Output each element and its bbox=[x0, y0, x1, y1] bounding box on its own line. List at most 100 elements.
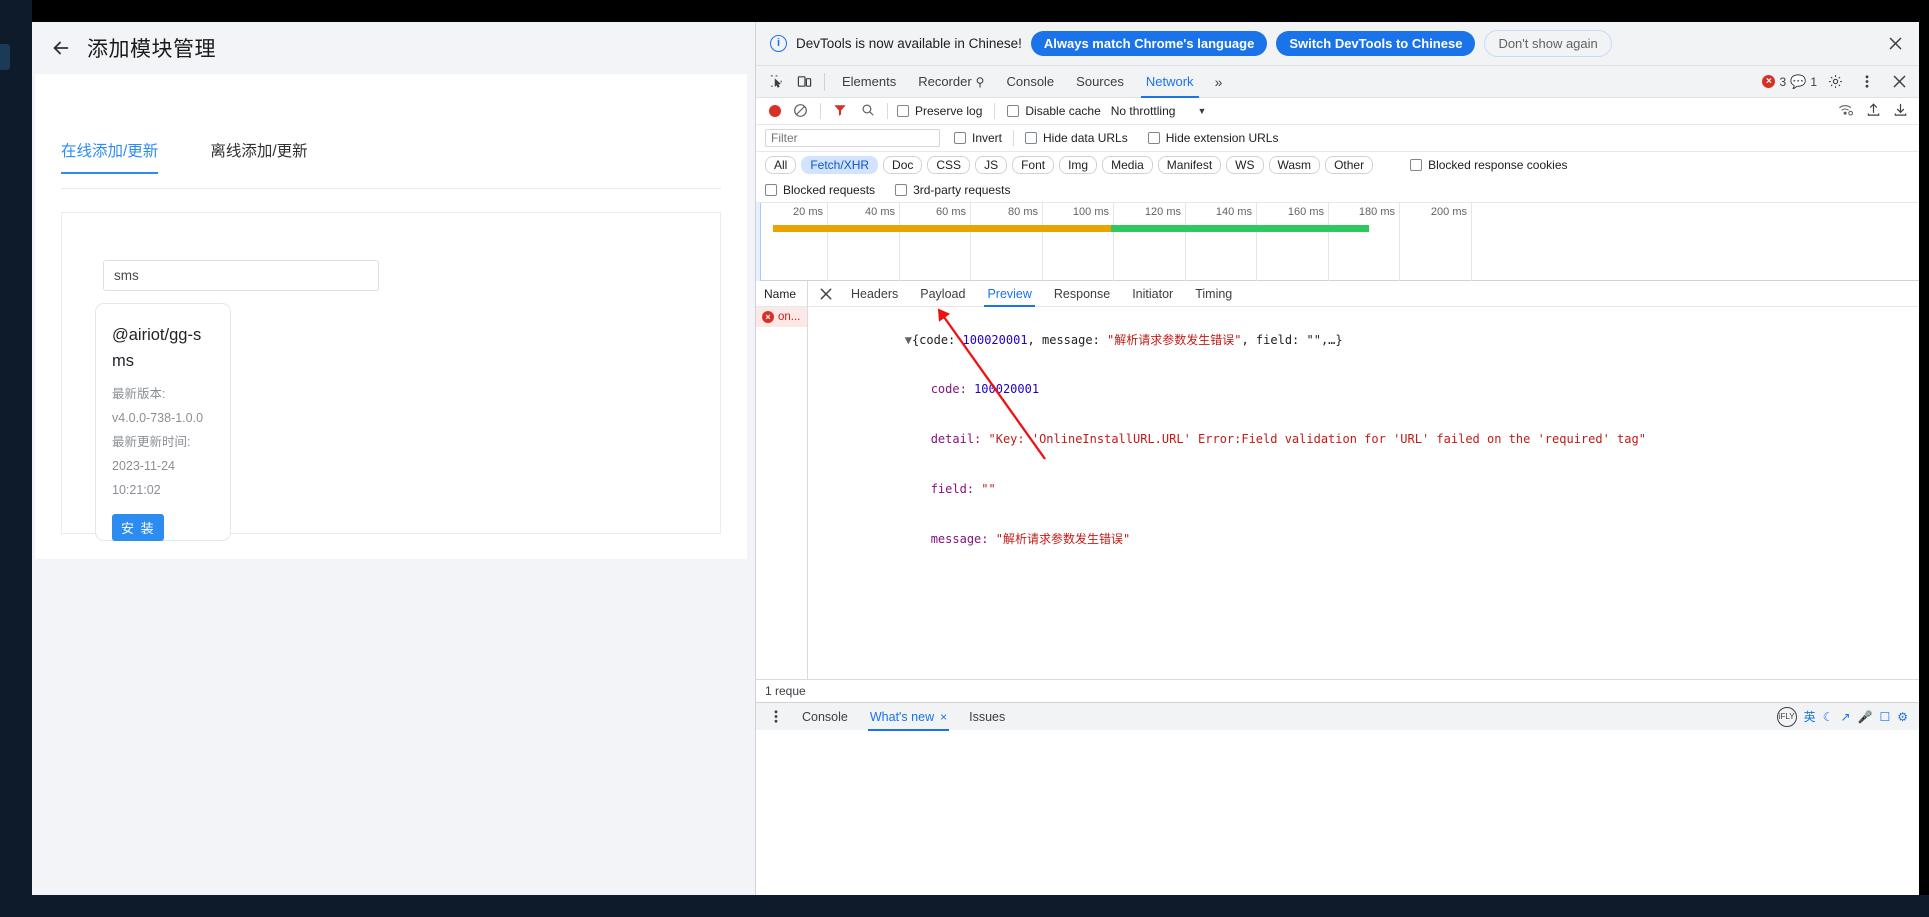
type-chip-ws[interactable]: WS bbox=[1226, 156, 1264, 174]
panel-icon[interactable]: ☐ bbox=[1879, 710, 1890, 724]
json-key: field: bbox=[930, 481, 982, 496]
json-summary-line[interactable]: ▼{code: 100020001, message: "解析请求参数发生错误"… bbox=[818, 315, 1909, 365]
hide-extension-urls-checkbox[interactable]: Hide extension URLs bbox=[1147, 131, 1278, 145]
type-chip-media[interactable]: Media bbox=[1102, 156, 1153, 174]
overview-selection-handle[interactable] bbox=[756, 203, 761, 281]
tab-online-add-update[interactable]: 在线添加/更新 bbox=[61, 139, 159, 174]
module-card[interactable]: @airiot/gg-sms 最新版本: v4.0.0-738-1.0.0 最新… bbox=[95, 303, 231, 541]
timeline-gridline bbox=[1399, 203, 1400, 281]
tab-elements[interactable]: Elements bbox=[831, 66, 907, 98]
ime-language-toggle[interactable]: 英 bbox=[1804, 708, 1816, 725]
record-stop-icon[interactable] bbox=[769, 105, 781, 117]
type-chip-wasm[interactable]: Wasm bbox=[1268, 156, 1321, 174]
arrow-left-icon[interactable] bbox=[48, 35, 74, 61]
timeline-tick-label: 100 ms bbox=[1072, 206, 1109, 218]
tab-network[interactable]: Network bbox=[1135, 66, 1205, 98]
preserve-log-checkbox[interactable]: Preserve log bbox=[897, 104, 982, 118]
drawer-tab-issues[interactable]: Issues bbox=[959, 703, 1015, 731]
type-chip-fetch-xhr[interactable]: Fetch/XHR bbox=[801, 156, 879, 174]
throttling-select[interactable]: No throttling bbox=[1111, 104, 1176, 118]
timeline-gridline bbox=[1328, 203, 1329, 281]
blocked-requests-checkbox[interactable]: Blocked requests bbox=[765, 183, 875, 197]
checkbox-box bbox=[1410, 159, 1423, 171]
gear-icon[interactable]: ⚙ bbox=[1897, 710, 1908, 724]
filter-icon[interactable] bbox=[833, 103, 847, 120]
json-summary-suffix: , field: "",…} bbox=[1241, 332, 1343, 347]
close-icon[interactable] bbox=[814, 282, 838, 306]
type-chip-doc[interactable]: Doc bbox=[883, 156, 923, 174]
type-chip-manifest[interactable]: Manifest bbox=[1157, 156, 1222, 174]
kebab-menu-icon[interactable] bbox=[1853, 69, 1881, 95]
drawer-tab-console[interactable]: Console bbox=[792, 703, 858, 731]
keyboard-icon[interactable]: ↗ bbox=[1840, 710, 1850, 724]
device-toolbar-icon[interactable] bbox=[790, 69, 818, 95]
rail-handle[interactable] bbox=[0, 44, 10, 70]
close-icon[interactable]: × bbox=[940, 703, 947, 731]
export-har-icon[interactable] bbox=[1893, 102, 1908, 120]
tab-elements-label: Elements bbox=[842, 73, 897, 89]
devtools-language-notification: i DevTools is now available in Chinese! … bbox=[756, 22, 1919, 66]
json-summary-prefix: {code: bbox=[911, 332, 963, 347]
close-icon[interactable] bbox=[1883, 32, 1907, 56]
type-chip-img[interactable]: Img bbox=[1059, 156, 1098, 174]
json-summary-message: "解析请求参数发生错误" bbox=[1107, 332, 1242, 347]
import-har-icon[interactable] bbox=[1866, 102, 1881, 120]
chevron-down-icon[interactable]: ▼ bbox=[1197, 106, 1206, 116]
error-count-badge[interactable]: × 3 bbox=[1762, 75, 1786, 89]
type-chip-css[interactable]: CSS bbox=[927, 156, 971, 174]
tab-offline-add-update[interactable]: 离线添加/更新 bbox=[210, 139, 307, 174]
install-button[interactable]: 安 装 bbox=[112, 514, 165, 541]
timeline-tick-label: 80 ms bbox=[1008, 206, 1038, 218]
moon-icon[interactable]: ☾ bbox=[1823, 710, 1834, 724]
type-chip-js[interactable]: JS bbox=[975, 156, 1008, 174]
ime-logo-icon[interactable]: iFLY bbox=[1776, 706, 1797, 727]
detail-tab-headers[interactable]: Headers bbox=[840, 281, 909, 307]
type-chip-other[interactable]: Other bbox=[1325, 156, 1374, 174]
request-list-header: Name bbox=[756, 281, 807, 307]
always-match-language-button[interactable]: Always match Chrome's language bbox=[1030, 31, 1268, 56]
toolbar-divider bbox=[824, 72, 825, 91]
bottom-dock-bar bbox=[0, 895, 1929, 917]
collapse-triangle-icon[interactable]: ▼ bbox=[905, 333, 912, 347]
tab-sources[interactable]: Sources bbox=[1065, 66, 1135, 98]
mic-icon[interactable]: 🎤 bbox=[1858, 710, 1873, 724]
close-icon[interactable] bbox=[1885, 69, 1913, 95]
dont-show-again-button[interactable]: Don't show again bbox=[1484, 30, 1612, 57]
tab-recorder[interactable]: Recorder ⚲ bbox=[907, 66, 995, 98]
warning-count: 1 bbox=[1810, 74, 1817, 89]
detail-tab-payload[interactable]: Payload bbox=[909, 281, 976, 307]
clear-icon[interactable] bbox=[793, 103, 809, 119]
disable-cache-label: Disable cache bbox=[1025, 104, 1101, 118]
tab-console[interactable]: Console bbox=[995, 66, 1065, 98]
module-panel-card: 在线添加/更新 离线添加/更新 @airiot/gg-sms 最新版本: v4.… bbox=[35, 74, 747, 559]
type-chip-font[interactable]: Font bbox=[1012, 156, 1055, 174]
drawer-tab-whats-new[interactable]: What's new × bbox=[860, 703, 957, 731]
checkbox-box bbox=[765, 184, 777, 196]
detail-tab-initiator[interactable]: Initiator bbox=[1121, 281, 1184, 307]
disable-cache-checkbox[interactable]: Disable cache bbox=[1007, 104, 1101, 118]
inspect-element-icon[interactable] bbox=[762, 69, 790, 95]
gear-icon[interactable] bbox=[1821, 69, 1849, 95]
switch-devtools-to-chinese-button[interactable]: Switch DevTools to Chinese bbox=[1276, 31, 1476, 56]
warning-count-badge[interactable]: 💬 1 bbox=[1790, 74, 1817, 90]
filter-input[interactable] bbox=[765, 129, 940, 147]
network-overview-timeline[interactable]: 20 ms 40 ms 60 ms 80 ms 100 ms 120 ms 14… bbox=[756, 203, 1919, 281]
kebab-menu-icon[interactable] bbox=[762, 704, 790, 730]
module-search-input[interactable] bbox=[103, 260, 379, 291]
table-row[interactable]: × on... bbox=[756, 307, 807, 327]
detail-tab-preview[interactable]: Preview bbox=[976, 281, 1042, 307]
timeline-tick-label: 20 ms bbox=[793, 206, 823, 218]
type-chip-all[interactable]: All bbox=[765, 156, 797, 174]
detail-tab-response[interactable]: Response bbox=[1043, 281, 1121, 307]
third-party-requests-checkbox[interactable]: 3rd-party requests bbox=[895, 183, 1010, 197]
invert-checkbox[interactable]: Invert bbox=[954, 131, 1002, 145]
network-conditions-icon[interactable] bbox=[1838, 103, 1854, 120]
search-icon[interactable] bbox=[861, 103, 875, 120]
chevron-double-right-icon[interactable]: » bbox=[1205, 69, 1233, 95]
third-party-requests-label: 3rd-party requests bbox=[913, 183, 1011, 197]
hide-data-urls-checkbox[interactable]: Hide data URLs bbox=[1025, 131, 1128, 145]
blocked-response-cookies-checkbox[interactable]: Blocked response cookies bbox=[1410, 158, 1568, 172]
detail-tab-timing[interactable]: Timing bbox=[1184, 281, 1243, 307]
timeline-gridline bbox=[1113, 203, 1114, 281]
checkbox-box bbox=[895, 184, 908, 196]
